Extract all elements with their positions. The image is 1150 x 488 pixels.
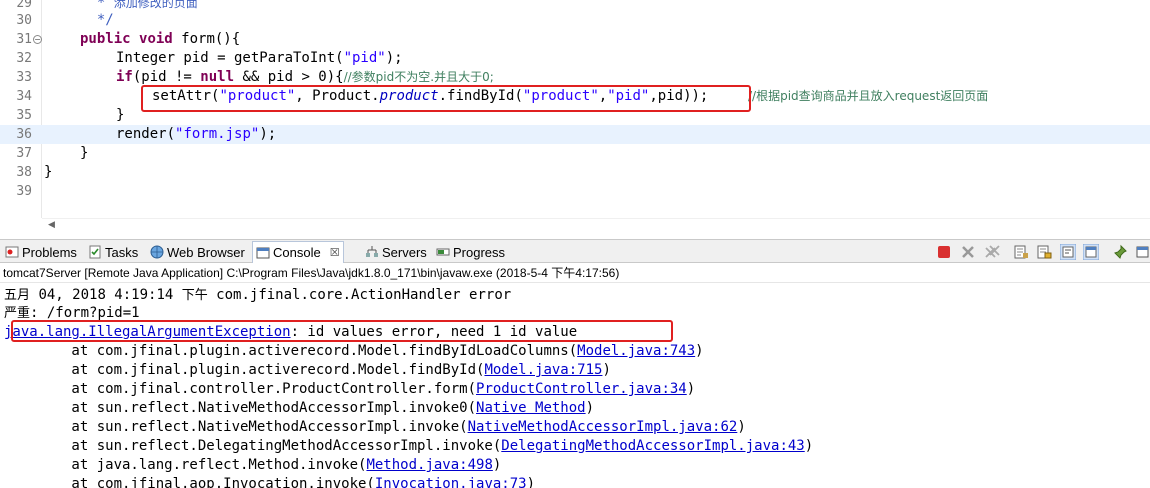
source-link[interactable]: DelegatingMethodAccessorImpl.java:43	[501, 438, 804, 454]
progress-icon	[436, 245, 450, 259]
code-line[interactable]: 30 */	[0, 11, 1150, 30]
exception-link[interactable]: java.lang.IllegalArgumentException	[4, 324, 291, 340]
console-output[interactable]: 五月 04, 2018 4:19:14 下午 com.jfinal.core.A…	[0, 284, 1150, 488]
line-number: 30	[16, 13, 32, 28]
stack-frame: at com.jfinal.aop.Invocation.invoke(Invo…	[4, 475, 535, 488]
code-line[interactable]: 31 − public void form(){	[0, 30, 1150, 49]
source-link[interactable]: Method.java:498	[366, 457, 492, 473]
tab-servers[interactable]: Servers	[362, 242, 430, 262]
stack-frame: at sun.reflect.NativeMethodAccessorImpl.…	[4, 419, 746, 435]
tab-problems[interactable]: Problems	[2, 242, 80, 262]
code-brace: }	[44, 164, 53, 180]
line-number: 38	[16, 165, 32, 180]
code-statement: setAttr("product", Product.product.findB…	[152, 88, 709, 104]
code-brace: }	[80, 145, 89, 161]
tab-progress[interactable]: Progress	[433, 242, 508, 262]
console-icon	[256, 246, 270, 260]
code-line[interactable]: 37 }	[0, 144, 1150, 163]
line-number: 31	[16, 32, 32, 47]
code-statement: if(pid != null && pid > 0){//参数pid不为空.并且…	[116, 69, 494, 85]
tab-console[interactable]: Console ☒	[252, 241, 344, 263]
stack-frame: at com.jfinal.plugin.activerecord.Model.…	[4, 343, 704, 359]
code-statement: Integer pid = getParaToInt("pid");	[116, 50, 403, 66]
code-editor[interactable]: 29 * 添加修改的页面 30 */ 31 − public void form…	[0, 0, 1150, 232]
log-line: 严重: /form?pid=1	[4, 305, 140, 321]
fold-toggle-icon[interactable]: −	[33, 35, 42, 44]
console-launch-title: tomcat7Server [Remote Java Application] …	[0, 264, 1150, 283]
stack-frame: at com.jfinal.plugin.activerecord.Model.…	[4, 362, 611, 378]
code-line[interactable]: 39	[0, 182, 1150, 201]
view-tab-bar: Problems Tasks Web Browser Console ☒ Ser…	[0, 239, 1150, 263]
remove-launch-icon[interactable]	[960, 244, 976, 260]
word-wrap-icon[interactable]	[1060, 244, 1076, 260]
line-number: 36	[16, 127, 32, 142]
code-line[interactable]: 33 if(pid != null && pid > 0){//参数pid不为空…	[0, 68, 1150, 87]
source-link[interactable]: Model.java:715	[484, 362, 602, 378]
source-link[interactable]: Invocation.java:73	[375, 476, 527, 488]
line-number: 32	[16, 51, 32, 66]
pin-console-icon[interactable]	[1113, 244, 1129, 260]
source-link[interactable]: ProductController.java:34	[476, 381, 687, 397]
code-line[interactable]: 35 }	[0, 106, 1150, 125]
problems-icon	[5, 245, 19, 259]
line-number: 37	[16, 146, 32, 161]
stack-frame: at sun.reflect.NativeMethodAccessorImpl.…	[4, 400, 595, 416]
javadoc-comment-end: */	[80, 12, 114, 28]
tab-tasks[interactable]: Tasks	[85, 242, 141, 262]
display-selected-console-icon[interactable]	[1136, 244, 1150, 260]
code-line[interactable]: 32 Integer pid = getParaToInt("pid");	[0, 49, 1150, 68]
line-number: 35	[16, 108, 32, 123]
remove-all-launches-icon[interactable]	[984, 244, 1000, 260]
globe-icon	[150, 245, 164, 259]
method-declaration: public void form(){	[80, 31, 241, 47]
inline-comment: //根据pid查询商品并且放入request返回页面	[748, 89, 989, 103]
code-line[interactable]: 34 setAttr("product", Product.product.fi…	[0, 87, 1150, 106]
line-number: 39	[16, 184, 32, 199]
scroll-left-icon[interactable]: ◀	[48, 220, 55, 230]
servers-icon	[365, 245, 379, 259]
code-line-current[interactable]: 36 render("form.jsp");	[0, 125, 1150, 144]
code-brace: }	[116, 107, 125, 123]
close-icon[interactable]: ☒	[330, 246, 340, 259]
code-statement: render("form.jsp");	[116, 126, 277, 142]
show-console-icon[interactable]	[1083, 244, 1099, 260]
code-line[interactable]: 38 }	[0, 163, 1150, 182]
line-number: 34	[16, 89, 32, 104]
log-line: 五月 04, 2018 4:19:14 下午 com.jfinal.core.A…	[4, 287, 512, 303]
tab-web-browser[interactable]: Web Browser	[147, 242, 248, 262]
stack-frame: at sun.reflect.DelegatingMethodAccessorI…	[4, 438, 814, 454]
tasks-icon	[88, 245, 102, 259]
exception-line: java.lang.IllegalArgumentException: id v…	[4, 324, 578, 340]
horizontal-scrollbar[interactable]: ◀	[42, 218, 1150, 232]
source-link[interactable]: Model.java:743	[577, 343, 695, 359]
line-number: 33	[16, 70, 32, 85]
stack-frame: at com.jfinal.controller.ProductControll…	[4, 381, 696, 397]
inline-comment: //参数pid不为空.并且大于0;	[343, 70, 494, 84]
stack-frame: at java.lang.reflect.Method.invoke(Metho…	[4, 457, 502, 473]
terminate-icon[interactable]	[936, 244, 952, 260]
scroll-lock-icon[interactable]	[1036, 244, 1052, 260]
clear-console-icon[interactable]	[1013, 244, 1029, 260]
source-link[interactable]: Native Method	[476, 400, 586, 416]
source-link[interactable]: NativeMethodAccessorImpl.java:62	[468, 419, 738, 435]
